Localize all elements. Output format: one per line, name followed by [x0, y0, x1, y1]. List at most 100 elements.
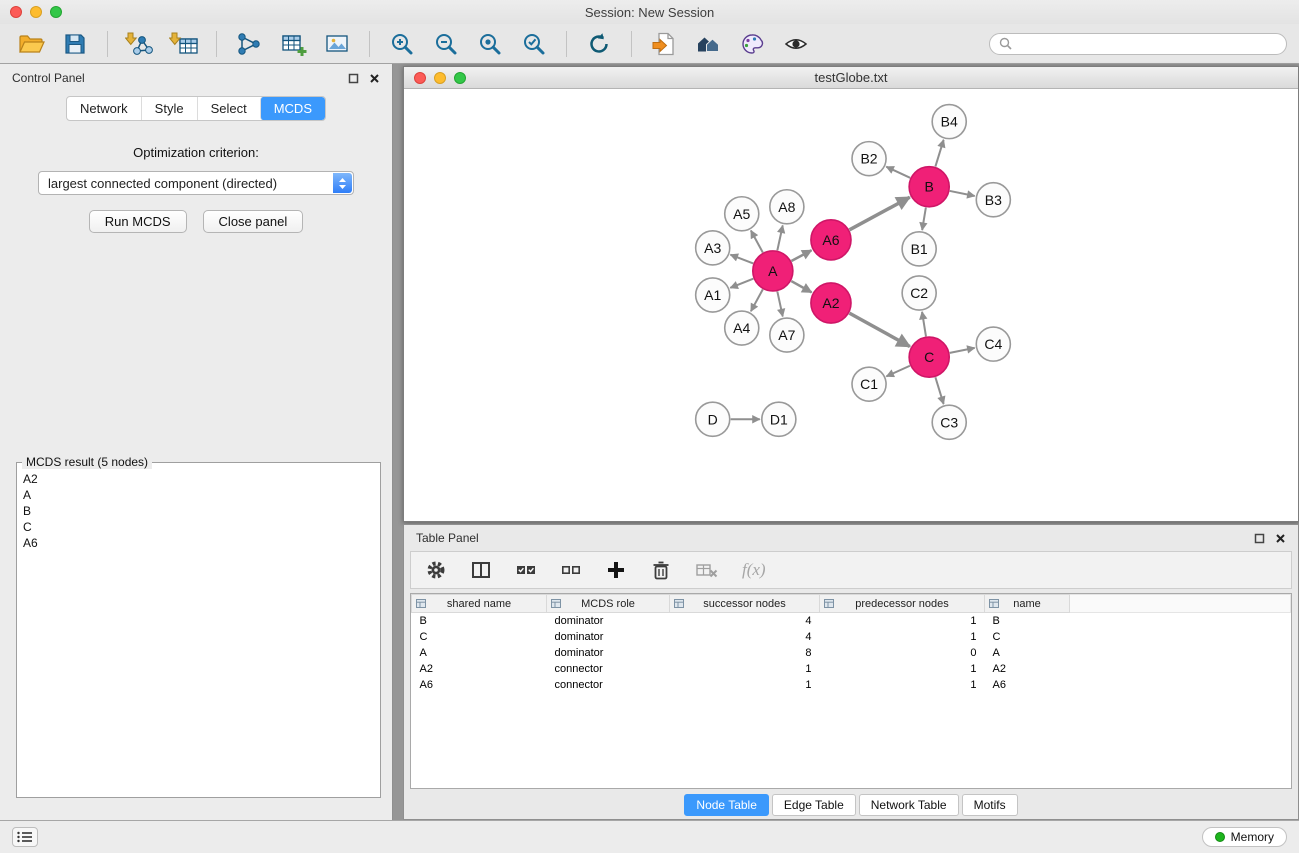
float-table-panel-icon[interactable] [1254, 533, 1265, 544]
import-network-file-button[interactable] [121, 28, 159, 60]
tab-network-table[interactable]: Network Table [859, 794, 959, 816]
function-builder-button[interactable]: f(x) [742, 560, 766, 580]
network-view[interactable]: B4B2BB3A5A8A6B1A3AC2A1A2A4A7C4CC1C3DD1 [404, 89, 1298, 521]
table-cell[interactable]: B [985, 613, 1070, 629]
unselect-all-columns-icon[interactable] [560, 559, 582, 581]
edge-B-B3[interactable] [950, 191, 975, 196]
criterion-dropdown[interactable]: largest connected component (directed) [38, 171, 354, 195]
table-cell[interactable]: A [412, 645, 547, 661]
tab-edge-table[interactable]: Edge Table [772, 794, 856, 816]
show-graphics-details-button[interactable] [689, 28, 727, 60]
network-window-titlebar[interactable]: testGlobe.txt [404, 67, 1298, 89]
table-cell[interactable]: connector [547, 661, 670, 677]
table-cell[interactable]: 1 [820, 661, 985, 677]
table-cell[interactable]: A6 [412, 677, 547, 693]
edge-A-A5[interactable] [751, 231, 763, 253]
node-C4[interactable]: C4 [976, 327, 1010, 361]
open-file-button[interactable] [12, 28, 50, 60]
node-D[interactable]: D [696, 402, 730, 436]
table-cell[interactable]: 1 [670, 661, 820, 677]
minimize-network-window-button[interactable] [434, 72, 446, 84]
table-row[interactable]: A6connector11A6 [412, 677, 1291, 693]
export-image-button[interactable] [318, 28, 356, 60]
close-network-window-button[interactable] [414, 72, 426, 84]
node-A4[interactable]: A4 [725, 311, 759, 345]
table-cell[interactable]: 4 [670, 613, 820, 629]
search-field[interactable] [989, 33, 1287, 55]
show-columns-icon[interactable] [470, 559, 492, 581]
node-B[interactable]: B [909, 167, 949, 207]
tab-motifs[interactable]: Motifs [962, 794, 1018, 816]
edge-B-B4[interactable] [935, 140, 943, 167]
node-A2[interactable]: A2 [811, 283, 851, 323]
table-cell[interactable]: C [412, 629, 547, 645]
column-header-mcds-role[interactable]: MCDS role [547, 595, 670, 613]
table-row[interactable]: Bdominator41B [412, 613, 1291, 629]
table-cell[interactable]: A2 [412, 661, 547, 677]
tab-network[interactable]: Network [67, 97, 141, 120]
table-cell[interactable]: 1 [820, 613, 985, 629]
zoom-selected-button[interactable] [515, 28, 553, 60]
delete-column-trash-icon[interactable] [650, 559, 672, 581]
edge-A-A7[interactable] [777, 291, 782, 316]
edge-A-A2[interactable] [791, 281, 811, 292]
edge-C-C4[interactable] [950, 348, 975, 353]
search-input[interactable] [1017, 37, 1277, 51]
new-table-button[interactable] [274, 28, 312, 60]
edge-C-C1[interactable] [886, 366, 910, 377]
memory-button[interactable]: Memory [1202, 827, 1287, 847]
float-panel-icon[interactable] [348, 73, 359, 84]
table-cell[interactable]: 8 [670, 645, 820, 661]
task-history-button[interactable] [12, 827, 38, 847]
add-column-plus-icon[interactable] [605, 559, 627, 581]
node-A3[interactable]: A3 [696, 231, 730, 265]
table-cell[interactable]: dominator [547, 629, 670, 645]
select-all-columns-icon[interactable] [515, 559, 537, 581]
column-header-successor-nodes[interactable]: successor nodes [670, 595, 820, 613]
node-C3[interactable]: C3 [932, 405, 966, 439]
delete-table-icon[interactable] [695, 559, 719, 581]
edge-A-A8[interactable] [777, 225, 782, 250]
node-A[interactable]: A [753, 251, 793, 291]
zoom-out-button[interactable] [427, 28, 465, 60]
column-header-shared-name[interactable]: shared name [412, 595, 547, 613]
open-session-button[interactable] [645, 28, 683, 60]
tab-style[interactable]: Style [141, 97, 197, 120]
node-B3[interactable]: B3 [976, 183, 1010, 217]
tab-node-table[interactable]: Node Table [684, 794, 769, 816]
node-A5[interactable]: A5 [725, 197, 759, 231]
close-panel-icon[interactable] [369, 73, 380, 84]
close-window-button[interactable] [10, 6, 22, 18]
new-network-button[interactable] [230, 28, 268, 60]
table-cell[interactable]: connector [547, 677, 670, 693]
mcds-result-item[interactable]: A2 [23, 471, 374, 487]
table-cell[interactable]: 1 [820, 677, 985, 693]
node-D1[interactable]: D1 [762, 402, 796, 436]
edge-A-A1[interactable] [730, 279, 753, 288]
table-cell[interactable]: B [412, 613, 547, 629]
table-row[interactable]: Cdominator41C [412, 629, 1291, 645]
node-A6[interactable]: A6 [811, 220, 851, 260]
table-settings-gear-icon[interactable] [425, 559, 447, 581]
column-header-predecessor-nodes[interactable]: predecessor nodes [820, 595, 985, 613]
network-canvas[interactable]: B4B2BB3A5A8A6B1A3AC2A1A2A4A7C4CC1C3DD1 [404, 89, 1298, 521]
mcds-result-item[interactable]: B [23, 503, 374, 519]
edge-B-B2[interactable] [886, 167, 910, 178]
import-table-file-button[interactable] [165, 28, 203, 60]
table-row[interactable]: Adominator80A [412, 645, 1291, 661]
edge-A6-B[interactable] [849, 197, 909, 230]
table-cell[interactable]: 4 [670, 629, 820, 645]
table-row[interactable]: A2connector11A2 [412, 661, 1291, 677]
node-A1[interactable]: A1 [696, 278, 730, 312]
edge-C-C2[interactable] [922, 312, 926, 337]
minimize-window-button[interactable] [30, 6, 42, 18]
close-panel-button[interactable]: Close panel [203, 210, 304, 233]
node-B4[interactable]: B4 [932, 105, 966, 139]
apply-layout-button[interactable] [580, 28, 618, 60]
edge-A-A6[interactable] [791, 250, 811, 261]
table-cell[interactable]: 1 [820, 629, 985, 645]
node-C2[interactable]: C2 [902, 276, 936, 310]
close-table-panel-icon[interactable] [1275, 533, 1286, 544]
run-mcds-button[interactable]: Run MCDS [89, 210, 187, 233]
table-cell[interactable]: dominator [547, 645, 670, 661]
